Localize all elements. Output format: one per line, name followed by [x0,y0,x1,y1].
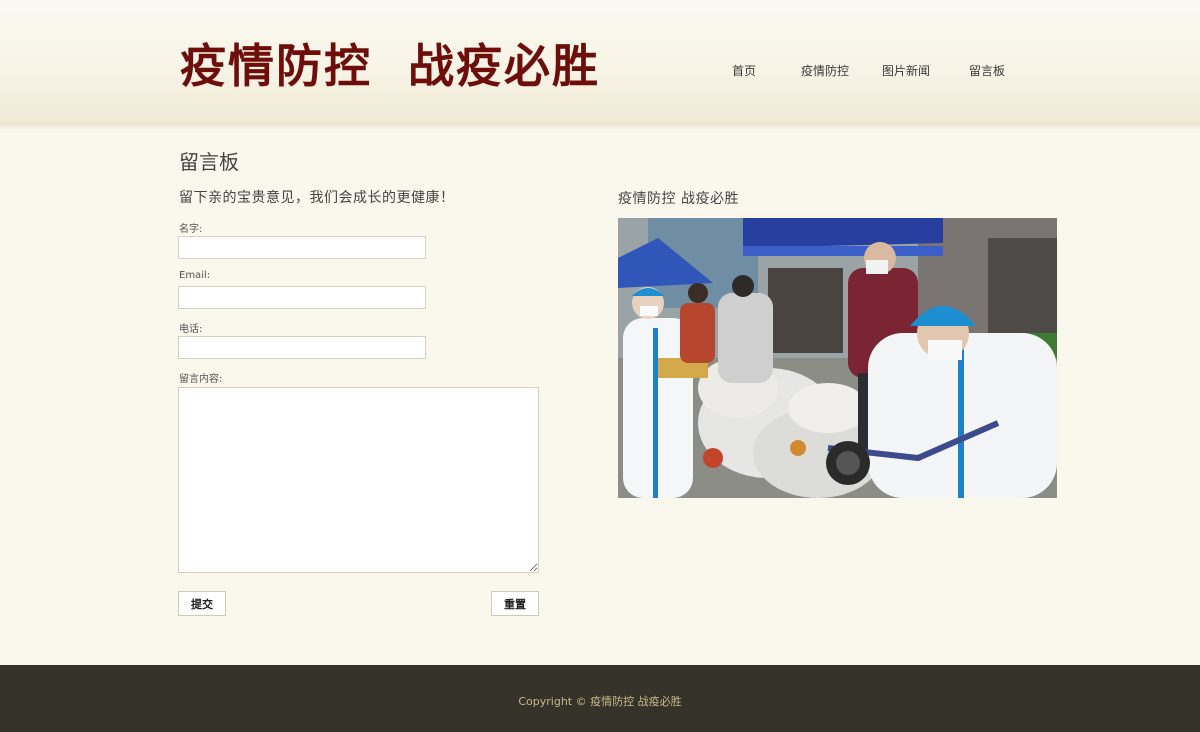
reset-button[interactable]: 重置 [491,591,539,616]
page-title: 留言板 [179,150,239,174]
message-label: 留言内容: [179,374,223,385]
email-input[interactable] [178,286,426,309]
name-label: 名字: [179,224,203,235]
news-photo-illustration [618,218,1057,498]
nav-item-epidemic-control[interactable]: 疫情防控 [801,62,849,79]
site-header: 疫情防控 战疫必胜 首页 疫情防控 图片新闻 留言板 [0,0,1200,130]
nav-item-message-board[interactable]: 留言板 [969,62,1005,79]
copyright-text: Copyright © 疫情防控 战疫必胜 [518,695,682,708]
news-photo [618,218,1057,498]
email-label: Email: [179,270,211,281]
side-title: 疫情防控 战疫必胜 [618,191,739,207]
nav-item-home[interactable]: 首页 [732,62,756,79]
phone-input[interactable] [178,336,426,359]
site-footer: Copyright © 疫情防控 战疫必胜 [0,665,1200,732]
phone-label: 电话: [179,324,203,335]
submit-button[interactable]: 提交 [178,591,226,616]
nav-item-photo-news[interactable]: 图片新闻 [882,62,930,79]
form-subtitle: 留下亲的宝贵意见，我们会成长的更健康！ [179,190,455,206]
name-input[interactable] [178,236,426,259]
main-nav: 首页 疫情防控 图片新闻 留言板 [0,62,1200,82]
message-textarea[interactable] [178,387,539,573]
